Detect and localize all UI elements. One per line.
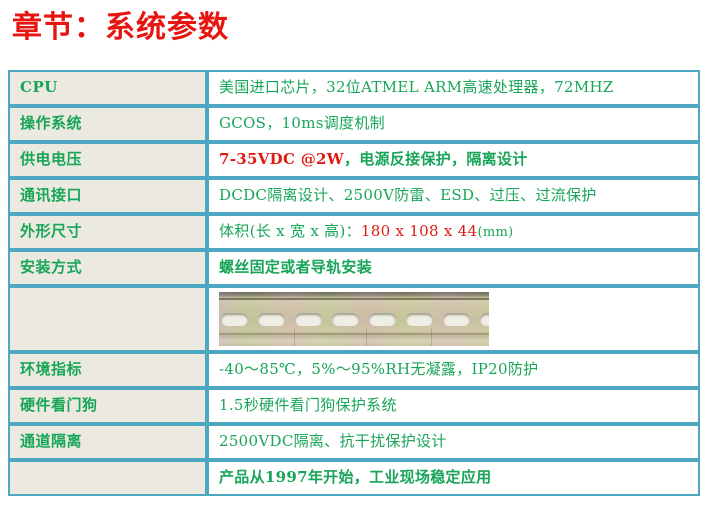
din-rail-top-edge <box>219 298 489 300</box>
row-label-mounting-image <box>8 286 207 352</box>
row-label-mounting: 安装方式 <box>8 250 207 286</box>
power-voltage-range: 7-35VDC @2W <box>219 150 344 169</box>
din-rail-photo <box>219 292 489 346</box>
table-row: 硬件看门狗 1.5秒硬件看门狗保护系统 <box>8 388 700 424</box>
din-rail-seam <box>366 328 367 346</box>
din-rail-slot <box>295 312 322 326</box>
row-label-channel-isolation: 通道隔离 <box>8 424 207 460</box>
row-label-history <box>8 460 207 496</box>
table-row: 环境指标 -40～85℃，5%～95%RH无凝露，IP20防护 <box>8 352 700 388</box>
table-row: 供电电压 7-35VDC @2W，电源反接保护，隔离设计 <box>8 142 700 178</box>
table-row: CPU 美国进口芯片，32位ATMEL ARM高速处理器，72MHZ <box>8 70 700 106</box>
din-rail-bottom-edge <box>219 333 489 335</box>
row-label-cpu: CPU <box>8 70 207 106</box>
din-rail-slot <box>258 312 285 326</box>
row-label-environment: 环境指标 <box>8 352 207 388</box>
din-rail-slot <box>406 312 433 326</box>
slide-page: 章节：系统参数 CPU 美国进口芯片，32位ATMEL ARM高速处理器，72M… <box>0 0 709 512</box>
din-rail-slot <box>332 312 359 326</box>
table-row: 产品从1997年开始，工业现场稳定应用 <box>8 460 700 496</box>
row-value-dimensions: 体积(长 x 宽 x 高)：180 x 108 x 44(mm) <box>207 214 700 250</box>
table-row: 通讯接口 DCDC隔离设计、2500V防雷、ESD、过压、过流保护 <box>8 178 700 214</box>
row-label-watchdog: 硬件看门狗 <box>8 388 207 424</box>
row-label-dimensions: 外形尺寸 <box>8 214 207 250</box>
row-value-mounting: 螺丝固定或者导轨安装 <box>207 250 700 286</box>
table-row <box>8 286 700 352</box>
row-value-comm-interface: DCDC隔离设计、2500V防雷、ESD、过压、过流保护 <box>207 178 700 214</box>
row-value-environment: -40～85℃，5%～95%RH无凝露，IP20防护 <box>207 352 700 388</box>
table-row: 操作系统 GCOS，10ms调度机制 <box>8 106 700 142</box>
page-title: 章节：系统参数 <box>12 10 229 45</box>
din-rail-slot-group <box>219 311 489 327</box>
din-rail-slot <box>369 312 396 326</box>
row-value-mounting-image <box>207 286 700 352</box>
din-rail-slot <box>443 312 470 326</box>
dimensions-prefix: 体积(长 x 宽 x 高)： <box>219 222 361 241</box>
power-voltage-note: ，电源反接保护，隔离设计 <box>343 150 528 169</box>
row-value-cpu: 美国进口芯片，32位ATMEL ARM高速处理器，72MHZ <box>207 70 700 106</box>
row-value-power-voltage: 7-35VDC @2W，电源反接保护，隔离设计 <box>207 142 700 178</box>
din-rail-seam <box>294 328 295 346</box>
dimensions-value: 180 x 108 x 44 <box>360 222 478 241</box>
din-rail-slot <box>480 312 489 326</box>
row-value-watchdog: 1.5秒硬件看门狗保护系统 <box>207 388 700 424</box>
row-label-power-voltage: 供电电压 <box>8 142 207 178</box>
row-value-history: 产品从1997年开始，工业现场稳定应用 <box>207 460 700 496</box>
row-value-channel-isolation: 2500VDC隔离、抗干扰保护设计 <box>207 424 700 460</box>
table-row: 外形尺寸 体积(长 x 宽 x 高)：180 x 108 x 44(mm) <box>8 214 700 250</box>
row-value-os: GCOS，10ms调度机制 <box>207 106 700 142</box>
row-label-comm-interface: 通讯接口 <box>8 178 207 214</box>
din-rail-seam <box>431 328 432 346</box>
din-rail-slot <box>221 312 248 326</box>
table-row: 通道隔离 2500VDC隔离、抗干扰保护设计 <box>8 424 700 460</box>
system-parameters-table: CPU 美国进口芯片，32位ATMEL ARM高速处理器，72MHZ 操作系统 … <box>8 70 700 496</box>
row-label-os: 操作系统 <box>8 106 207 142</box>
table-row: 安装方式 螺丝固定或者导轨安装 <box>8 250 700 286</box>
dimensions-unit: (mm) <box>477 225 514 241</box>
